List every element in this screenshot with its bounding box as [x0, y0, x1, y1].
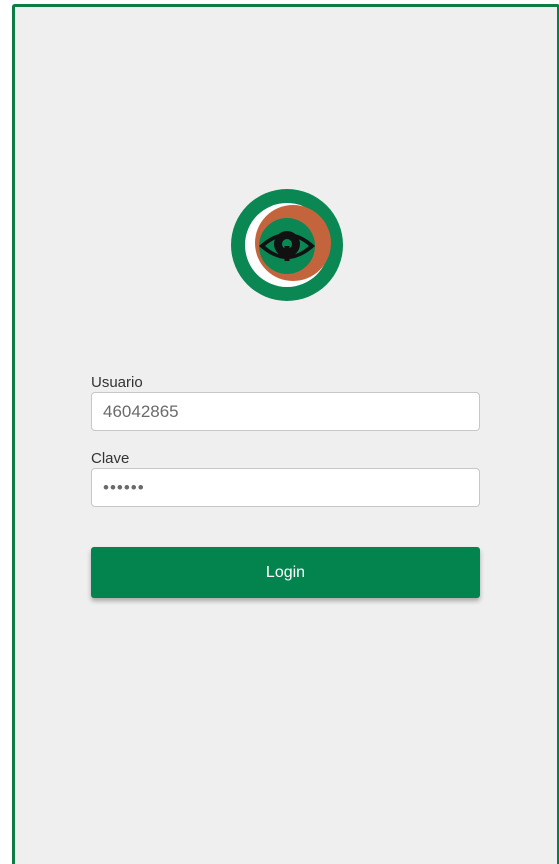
password-input[interactable]: [91, 468, 480, 507]
login-button[interactable]: Login: [91, 547, 480, 598]
username-label: Usuario: [91, 374, 143, 391]
eye-logo-icon: [231, 189, 343, 301]
username-input[interactable]: [91, 392, 480, 431]
login-screen: Usuario Clave Login: [12, 4, 559, 864]
password-label: Clave: [91, 450, 130, 467]
app-logo: [231, 189, 343, 301]
